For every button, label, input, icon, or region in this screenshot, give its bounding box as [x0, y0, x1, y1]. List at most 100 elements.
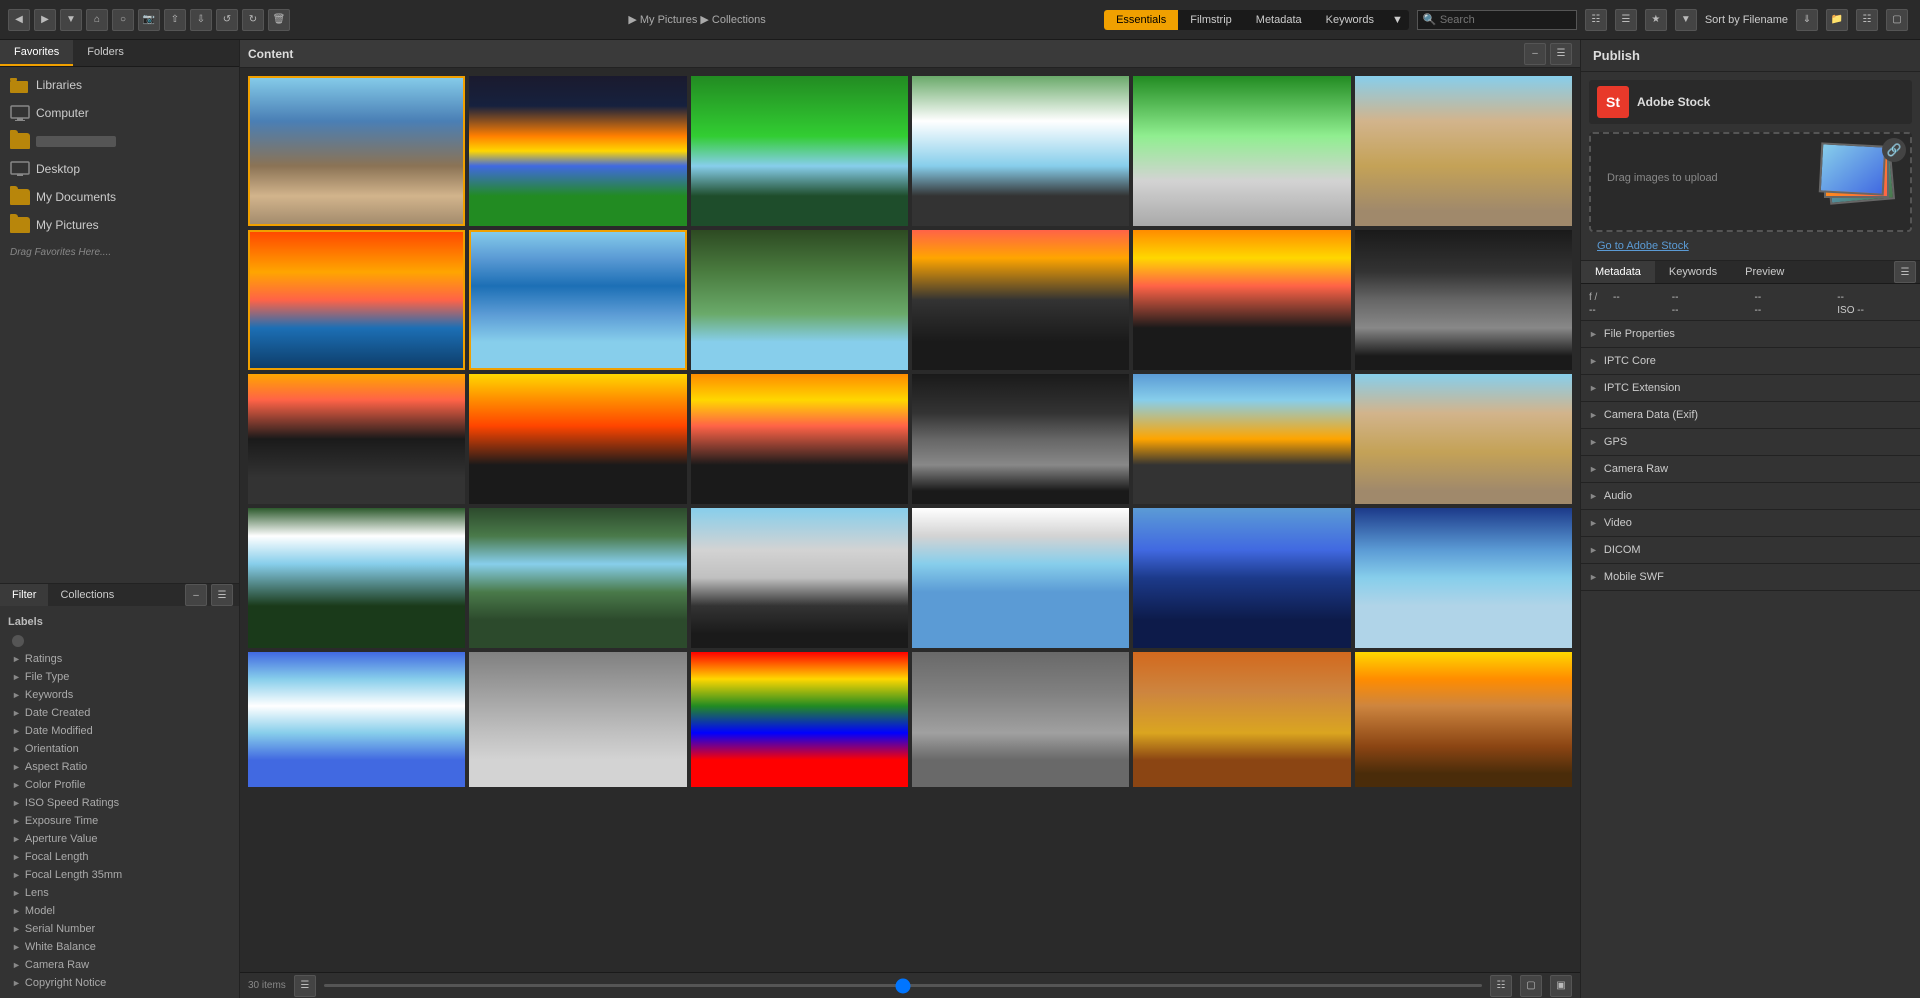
reveal-button[interactable]: ○ — [112, 9, 134, 31]
footer-view-detail[interactable]: ▢ — [1520, 975, 1542, 997]
sidebar-item-desktop[interactable]: Desktop — [0, 155, 239, 183]
filter-date-modified[interactable]: ► Date Modified — [8, 722, 231, 740]
thumbnail-16[interactable] — [912, 374, 1129, 504]
sidebar-item-my-pictures[interactable]: My Pictures — [0, 211, 239, 239]
meta-section-header-iptc-extension[interactable]: ► IPTC Extension — [1589, 379, 1912, 397]
view-grid-button[interactable]: ☷ — [1856, 9, 1878, 31]
go-to-adobe-stock-link[interactable]: Go to Adobe Stock — [1589, 236, 1697, 256]
thumbnail-9[interactable] — [691, 230, 908, 370]
meta-tab-keywords[interactable]: Keywords — [1655, 261, 1731, 283]
thumbnail-7[interactable] — [248, 230, 465, 370]
filter-minimize-button[interactable]: – — [185, 584, 207, 606]
meta-section-header-file-properties[interactable]: ► File Properties — [1589, 325, 1912, 343]
meta-section-header-camera-data[interactable]: ► Camera Data (Exif) — [1589, 406, 1912, 424]
sort-direction-button[interactable]: ⇓ — [1796, 9, 1818, 31]
rotate-right-button[interactable]: ↻ — [242, 9, 264, 31]
thumbnail-22[interactable] — [912, 508, 1129, 648]
thumbnail-12[interactable] — [1355, 230, 1572, 370]
filter-ratings[interactable]: ► Ratings — [8, 650, 231, 668]
content-more-button[interactable]: ☰ — [1550, 43, 1572, 65]
thumbnail-14[interactable] — [469, 374, 686, 504]
thumbnail-21[interactable] — [691, 508, 908, 648]
zoom-slider[interactable] — [324, 984, 1482, 987]
delete-button[interactable]: 🗑 — [268, 9, 290, 31]
tab-favorites[interactable]: Favorites — [0, 40, 73, 66]
thumbnail-18[interactable] — [1355, 374, 1572, 504]
thumbnail-26[interactable] — [469, 652, 686, 787]
upload-button[interactable]: ⇧ — [164, 9, 186, 31]
thumbnail-2[interactable] — [469, 76, 686, 226]
thumbnail-17[interactable] — [1133, 374, 1350, 504]
meta-more-button[interactable]: ☰ — [1894, 261, 1916, 283]
tab-filmstrip[interactable]: Filmstrip — [1178, 10, 1244, 30]
content-minimize-button[interactable]: – — [1524, 43, 1546, 65]
tab-filter[interactable]: Filter — [0, 584, 48, 606]
thumbnail-28[interactable] — [912, 652, 1129, 787]
thumbnail-30[interactable] — [1355, 652, 1572, 787]
thumbnail-23[interactable] — [1133, 508, 1350, 648]
search-input[interactable] — [1417, 10, 1577, 30]
tab-collections[interactable]: Collections — [48, 584, 126, 606]
footer-view-list[interactable]: ☰ — [294, 975, 316, 997]
meta-section-header-audio[interactable]: ► Audio — [1589, 487, 1912, 505]
drag-upload-area[interactable]: Drag images to upload ➔ 🔗 — [1589, 132, 1912, 232]
tab-essentials[interactable]: Essentials — [1104, 10, 1178, 30]
sidebar-item-hidden[interactable] — [0, 127, 239, 155]
thumbnail-10[interactable] — [912, 230, 1129, 370]
publish-service-adobe-stock[interactable]: St Adobe Stock — [1589, 80, 1912, 124]
filter-file-type[interactable]: ► File Type — [8, 668, 231, 686]
back-button[interactable]: ◀ — [8, 9, 30, 31]
filter-camera-raw[interactable]: ► Camera Raw — [8, 956, 231, 974]
filter-focal-length[interactable]: ► Focal Length — [8, 848, 231, 866]
thumbnail-27[interactable] — [691, 652, 908, 787]
filter-orientation[interactable]: ► Orientation — [8, 740, 231, 758]
filter-iso-speed[interactable]: ► ISO Speed Ratings — [8, 794, 231, 812]
thumbnail-3[interactable] — [691, 76, 908, 226]
filter-more-button[interactable]: ☰ — [211, 584, 233, 606]
view-folder-button[interactable]: 📁 — [1826, 9, 1848, 31]
meta-section-header-gps[interactable]: ► GPS — [1589, 433, 1912, 451]
download-button[interactable]: ⇩ — [190, 9, 212, 31]
sidebar-item-libraries[interactable]: Libraries — [0, 71, 239, 99]
thumbnail-19[interactable] — [248, 508, 465, 648]
meta-section-header-mobile-swf[interactable]: ► Mobile SWF — [1589, 568, 1912, 586]
filter-keywords[interactable]: ► Keywords — [8, 686, 231, 704]
filter-copyright-notice[interactable]: ► Copyright Notice — [8, 974, 231, 992]
filter-focal-length-35mm[interactable]: ► Focal Length 35mm — [8, 866, 231, 884]
filter-aperture-value[interactable]: ► Aperture Value — [8, 830, 231, 848]
recent-button[interactable]: ⌂ — [86, 9, 108, 31]
thumbnail-13[interactable] — [248, 374, 465, 504]
meta-tab-preview[interactable]: Preview — [1731, 261, 1798, 283]
filter-dropdown-button[interactable]: ▼ — [1675, 9, 1697, 31]
filter-date-created[interactable]: ► Date Created — [8, 704, 231, 722]
thumbnail-15[interactable] — [691, 374, 908, 504]
thumbnail-24[interactable] — [1355, 508, 1572, 648]
view-list-button[interactable]: ▢ — [1886, 9, 1908, 31]
filter-color-profile[interactable]: ► Color Profile — [8, 776, 231, 794]
sidebar-item-my-documents[interactable]: My Documents — [0, 183, 239, 211]
filter-model[interactable]: ► Model — [8, 902, 231, 920]
thumbnail-29[interactable] — [1133, 652, 1350, 787]
camera-button[interactable]: 📷 — [138, 9, 160, 31]
forward-button[interactable]: ▶ — [34, 9, 56, 31]
meta-section-header-dicom[interactable]: ► DICOM — [1589, 541, 1912, 559]
down-arrow-button[interactable]: ▼ — [60, 9, 82, 31]
thumbnail-6[interactable] — [1355, 76, 1572, 226]
footer-view-grid[interactable]: ☷ — [1490, 975, 1512, 997]
thumbnail-1[interactable] — [248, 76, 465, 226]
tab-dropdown-arrow[interactable]: ▼ — [1386, 10, 1409, 30]
list-view-button[interactable]: ☰ — [1615, 9, 1637, 31]
meta-tab-metadata[interactable]: Metadata — [1581, 261, 1655, 283]
grid-view-button[interactable]: ☷ — [1585, 9, 1607, 31]
thumbnail-25[interactable] — [248, 652, 465, 787]
tab-folders[interactable]: Folders — [73, 40, 138, 66]
thumbnail-8[interactable] — [469, 230, 686, 370]
filter-label-dot[interactable] — [8, 632, 231, 650]
publish-action-icon[interactable]: 🔗 — [1882, 138, 1906, 162]
filter-exposure-time[interactable]: ► Exposure Time — [8, 812, 231, 830]
thumbnail-4[interactable] — [912, 76, 1129, 226]
thumbnail-5[interactable] — [1133, 76, 1350, 226]
filter-lens[interactable]: ► Lens — [8, 884, 231, 902]
tab-metadata[interactable]: Metadata — [1244, 10, 1314, 30]
meta-section-header-iptc-core[interactable]: ► IPTC Core — [1589, 352, 1912, 370]
